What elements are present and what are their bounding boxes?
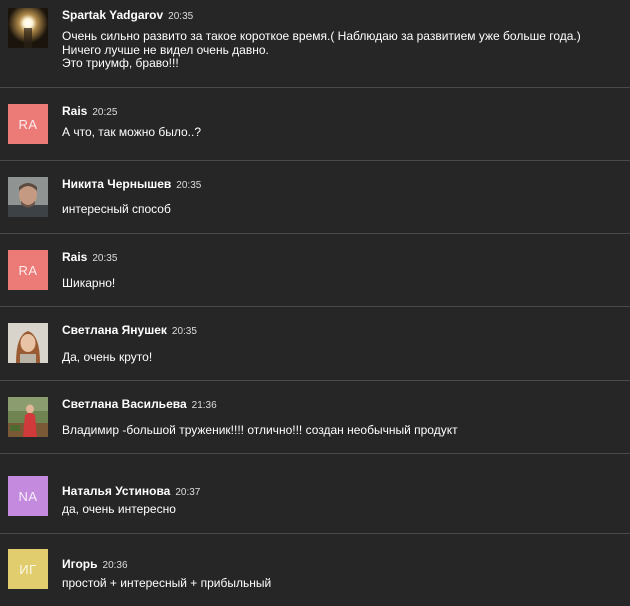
avatar[interactable]: RA [8, 250, 48, 290]
author-name[interactable]: Rais [62, 250, 87, 264]
timestamp: 20:25 [92, 107, 118, 118]
divider [0, 233, 630, 234]
avatar-initials: RA [8, 104, 48, 144]
comment-text: Да, очень круто! [62, 350, 153, 364]
author-name[interactable]: Светлана Янушек [62, 323, 167, 337]
comment-text: Очень сильно развито за такое короткое в… [62, 29, 581, 70]
author-name[interactable]: Rais [62, 104, 87, 118]
comment-text: да, очень интересно [62, 502, 176, 516]
avatar-initials: RA [8, 250, 48, 290]
divider [0, 453, 630, 454]
garden-photo-avatar [8, 397, 48, 437]
comment-meta: Spartak Yadgarov 20:35 [62, 8, 193, 22]
avatar-initials: NA [8, 476, 48, 516]
avatar[interactable] [8, 177, 48, 217]
author-name[interactable]: Наталья Устинова [62, 484, 170, 498]
divider [0, 380, 630, 381]
avatar[interactable]: NA [8, 476, 48, 516]
comment-meta: Rais 20:25 [62, 104, 117, 118]
comment-text: А что, так можно было..? [62, 125, 202, 139]
comment-text: интересный способ [62, 202, 171, 216]
comment-text: Владимир -большой труженик!!!! отлично!!… [62, 423, 458, 437]
author-name[interactable]: Spartak Yadgarov [62, 8, 163, 22]
avatar[interactable] [8, 397, 48, 437]
comment-feed: Spartak Yadgarov 20:35 Очень сильно разви… [0, 0, 630, 606]
comment-meta: Игорь 20:36 [62, 557, 128, 571]
divider [0, 533, 630, 534]
timestamp: 20:35 [168, 11, 194, 22]
lamp-photo-avatar [8, 8, 48, 48]
avatar[interactable] [8, 8, 48, 48]
avatar[interactable] [8, 323, 48, 363]
timestamp: 20:35 [171, 326, 197, 337]
timestamp: 20:35 [176, 180, 202, 191]
avatar[interactable]: ИГ [8, 549, 48, 589]
author-name[interactable]: Никита Чернышев [62, 177, 171, 191]
comment-meta: Светлана Васильева 21:36 [62, 397, 217, 411]
divider [0, 306, 630, 307]
timestamp: 20:36 [102, 560, 128, 571]
author-name[interactable]: Игорь [62, 557, 98, 571]
comment-meta: Rais 20:35 [62, 250, 117, 264]
man-photo-avatar [8, 177, 48, 217]
comment-meta: Светлана Янушек 20:35 [62, 323, 197, 337]
author-name[interactable]: Светлана Васильева [62, 397, 187, 411]
timestamp: 20:35 [92, 253, 118, 264]
comment-meta: Никита Чернышев 20:35 [62, 177, 201, 191]
comment-text: Шикарно! [62, 276, 116, 290]
comment-text: простой + интересный + прибыльный [62, 576, 272, 590]
woman-photo-avatar [8, 323, 48, 363]
avatar-initials: ИГ [8, 549, 48, 589]
timestamp: 20:37 [175, 487, 201, 498]
timestamp: 21:36 [191, 400, 217, 411]
avatar[interactable]: RA [8, 104, 48, 144]
divider [0, 87, 630, 88]
comment-meta: Наталья Устинова 20:37 [62, 484, 200, 498]
divider [0, 160, 630, 161]
